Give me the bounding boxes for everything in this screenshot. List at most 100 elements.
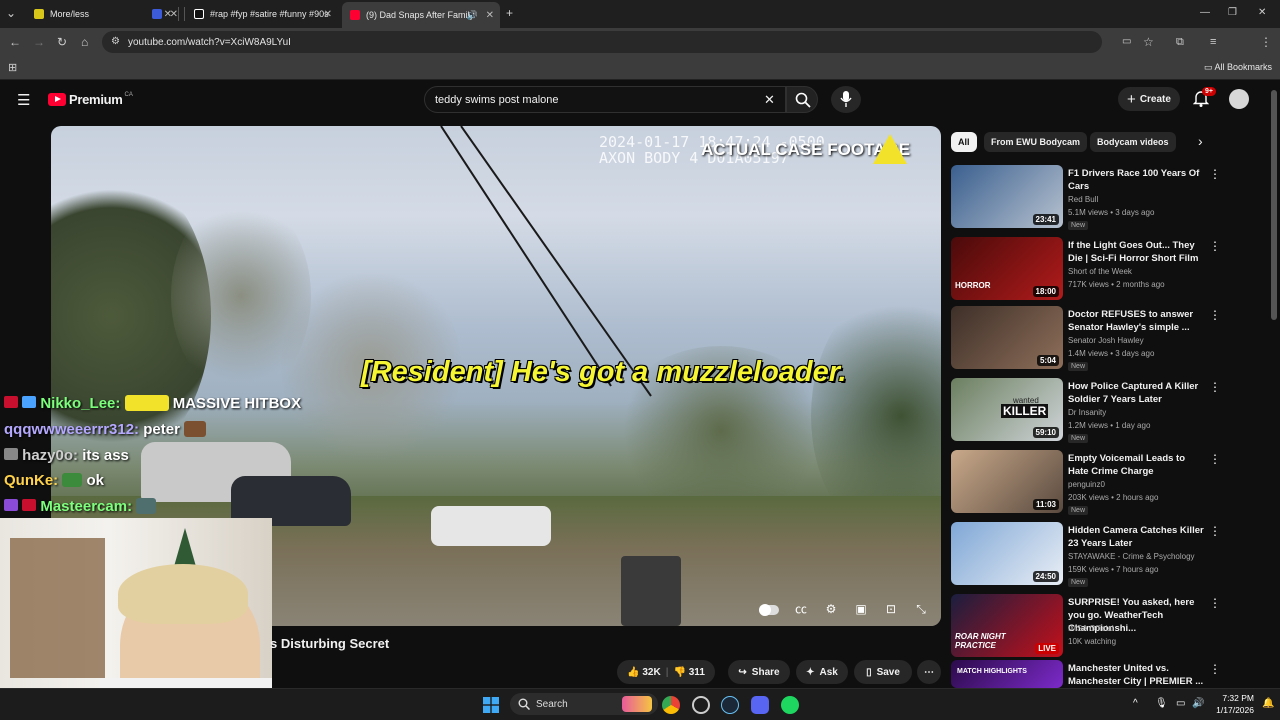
- video-thumbnail[interactable]: 59:10 wanted KILLER: [951, 378, 1063, 441]
- window-close-icon[interactable]: ✕: [1258, 6, 1266, 20]
- spotify-icon[interactable]: [781, 696, 799, 714]
- speaker-icon[interactable]: 🔊: [467, 10, 478, 21]
- tab-search-icon[interactable]: ⌄: [6, 6, 16, 20]
- more-options-icon[interactable]: ⋮: [1209, 167, 1221, 181]
- subtitles-icon[interactable]: ㏄: [791, 601, 811, 617]
- video-thumbnail[interactable]: 11:03: [951, 450, 1063, 513]
- channel-name[interactable]: Dr Insanity: [1068, 408, 1106, 417]
- recommendation-item[interactable]: MATCH HIGHLIGHTS Manchester United vs. Ma…: [951, 660, 1221, 688]
- chrome-icon[interactable]: [662, 696, 680, 714]
- notification-bell-icon[interactable]: 🔔: [1262, 698, 1274, 709]
- star-icon[interactable]: ☆: [1143, 35, 1154, 49]
- channel-name[interactable]: Short of the Week: [1068, 267, 1132, 276]
- more-options-icon[interactable]: ⋮: [1209, 308, 1221, 322]
- like-button[interactable]: 👍 32K: [627, 667, 661, 678]
- video-thumbnail[interactable]: LIVE ROAR NIGHT PRACTICE: [951, 594, 1063, 657]
- account-avatar[interactable]: [1229, 89, 1249, 109]
- more-options-icon[interactable]: ⋮: [1209, 452, 1221, 466]
- steam-icon[interactable]: [721, 696, 739, 714]
- volume-icon[interactable]: 🔊: [1192, 698, 1204, 709]
- settings-gear-icon[interactable]: ⚙: [821, 601, 841, 617]
- video-thumbnail[interactable]: 23:41: [951, 165, 1063, 228]
- recommendation-title[interactable]: If the Light Goes Out... They Die | Sci-…: [1068, 239, 1208, 265]
- more-options-icon[interactable]: ⋮: [1209, 524, 1221, 538]
- chip-all[interactable]: All: [951, 132, 977, 152]
- discord-icon[interactable]: [751, 696, 769, 714]
- more-options-icon[interactable]: ⋮: [1209, 239, 1221, 253]
- chevron-right-icon[interactable]: ›: [1198, 133, 1203, 149]
- recommendation-item[interactable]: 11:03 Empty Voicemail Leads to Hate Crime…: [951, 450, 1221, 516]
- minimize-icon[interactable]: —: [1200, 6, 1210, 20]
- recommendation-item[interactable]: 5:04 Doctor REFUSES to answer Senator Haw…: [951, 306, 1221, 372]
- tab-4-active[interactable]: (9) Dad Snaps After Family 🔊 ✕: [342, 2, 500, 28]
- video-thumbnail[interactable]: MATCH HIGHLIGHTS: [951, 660, 1063, 688]
- windows-start-icon[interactable]: [483, 697, 499, 713]
- miniplayer-icon[interactable]: ▣: [851, 601, 871, 617]
- close-icon[interactable]: ✕: [486, 10, 494, 21]
- save-button[interactable]: ▯ Save: [854, 660, 912, 684]
- forward-icon[interactable]: →: [33, 35, 45, 49]
- channel-name[interactable]: penguinz0: [1068, 480, 1105, 489]
- taskbar-search[interactable]: Search: [510, 693, 658, 715]
- maximize-icon[interactable]: ❐: [1228, 6, 1237, 20]
- tab-2[interactable]: ✕: [144, 4, 185, 24]
- more-options-icon[interactable]: ⋮: [1209, 380, 1221, 394]
- channel-name[interactable]: STAYAWAKE - Crime & Psychology: [1068, 552, 1195, 561]
- create-button[interactable]: + Create: [1118, 87, 1180, 111]
- chip-from-ewu[interactable]: From EWU Bodycam: [984, 132, 1088, 152]
- recommendation-title[interactable]: Manchester United vs. Manchester City | …: [1068, 662, 1208, 688]
- clock-date[interactable]: 1/17/2026: [1210, 705, 1254, 715]
- autoplay-toggle-icon[interactable]: [757, 601, 781, 617]
- notifications-button[interactable]: 9+: [1192, 87, 1216, 112]
- site-info-icon[interactable]: ⚙: [111, 36, 120, 47]
- address-bar[interactable]: ⚙ youtube.com/watch?v=XciW8A9LYuI: [102, 31, 1102, 53]
- tray-chevron-icon[interactable]: ^: [1133, 698, 1138, 709]
- video-thumbnail[interactable]: 18:00 HORROR: [951, 237, 1063, 300]
- network-icon[interactable]: ▭: [1176, 698, 1185, 709]
- youtube-logo[interactable]: Premium CA: [48, 92, 133, 107]
- dislike-button[interactable]: 👎 311: [674, 667, 705, 678]
- apps-icon[interactable]: ⊞: [8, 61, 17, 75]
- recommendation-item[interactable]: LIVE ROAR NIGHT PRACTICE SURPRISE! You ask…: [951, 594, 1221, 660]
- more-options-icon[interactable]: ⋮: [1209, 596, 1221, 610]
- recommendation-title[interactable]: Empty Voicemail Leads to Hate Crime Char…: [1068, 452, 1208, 478]
- menu-icon[interactable]: ⋮: [1260, 35, 1272, 49]
- channel-name[interactable]: IMSA Official: [1068, 624, 1114, 633]
- video-thumbnail[interactable]: 24:50: [951, 522, 1063, 585]
- fullscreen-icon[interactable]: ⤡: [911, 601, 931, 617]
- more-options-icon[interactable]: ⋮: [1209, 662, 1221, 676]
- home-icon[interactable]: ⌂: [81, 35, 88, 49]
- ask-button[interactable]: ✦ Ask: [796, 660, 848, 684]
- close-icon[interactable]: ✕: [170, 9, 178, 20]
- chip-bodycam-videos[interactable]: Bodycam videos: [1090, 132, 1176, 152]
- recommendation-title[interactable]: Hidden Camera Catches Killer 23 Years La…: [1068, 524, 1208, 550]
- mic-tray-icon[interactable]: 🎙: [1155, 698, 1168, 709]
- close-icon[interactable]: ✕: [324, 9, 332, 20]
- channel-name[interactable]: Red Bull: [1068, 195, 1098, 204]
- reload-icon[interactable]: ↻: [57, 35, 67, 49]
- recommendation-item[interactable]: 23:41 F1 Drivers Race 100 Years Of Cars Re…: [951, 165, 1221, 231]
- recommendation-title[interactable]: How Police Captured A Killer Soldier 7 Y…: [1068, 380, 1208, 406]
- recommendation-item[interactable]: 59:10 wanted KILLER How Police Captured A K…: [951, 378, 1221, 444]
- page-scrollbar[interactable]: [1271, 90, 1277, 320]
- recommendation-title[interactable]: Doctor REFUSES to answer Senator Hawley'…: [1068, 308, 1208, 334]
- recommendation-title[interactable]: F1 Drivers Race 100 Years Of Cars: [1068, 167, 1208, 193]
- voice-search-button[interactable]: [831, 86, 861, 113]
- video-thumbnail[interactable]: 5:04: [951, 306, 1063, 369]
- more-actions-button[interactable]: ⋯: [917, 660, 941, 684]
- obs-icon[interactable]: [692, 696, 710, 714]
- search-input[interactable]: teddy swims post malone ✕: [424, 86, 786, 113]
- extensions-icon[interactable]: ⧉: [1176, 35, 1184, 49]
- cast-icon[interactable]: ⊡: [881, 601, 901, 617]
- new-tab-icon[interactable]: +: [506, 6, 513, 20]
- search-button[interactable]: [786, 86, 818, 113]
- channel-name[interactable]: Senator Josh Hawley: [1068, 336, 1144, 345]
- tab-3[interactable]: #rap #fyp #satire #funny #90s ✕: [186, 4, 338, 24]
- all-bookmarks[interactable]: ▭ All Bookmarks: [1204, 62, 1272, 73]
- back-icon[interactable]: ←: [9, 35, 21, 49]
- clear-search-icon[interactable]: ✕: [764, 92, 775, 108]
- recommendation-item[interactable]: 18:00 HORROR If the Light Goes Out... They…: [951, 237, 1221, 303]
- media-icon[interactable]: ≡: [1210, 35, 1216, 49]
- recommendation-item[interactable]: 24:50 Hidden Camera Catches Killer 23 Yea…: [951, 522, 1221, 588]
- share-button[interactable]: ↪ Share: [728, 660, 790, 684]
